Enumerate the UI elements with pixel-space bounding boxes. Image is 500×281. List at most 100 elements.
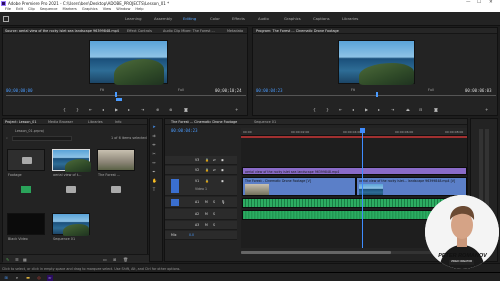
eye-icon[interactable]: ◉ (221, 179, 224, 183)
tab-sequence-forest[interactable]: The Forest ... Cinematic Drone Footage (171, 120, 237, 124)
new-item-icon[interactable]: ⊞ (113, 257, 116, 262)
export-frame-icon[interactable]: ◙ (184, 107, 188, 112)
project-item[interactable] (97, 179, 135, 201)
icon-view-icon[interactable]: ▦ (23, 257, 27, 262)
program-mark-out-icon[interactable]: ⦄ (326, 107, 329, 112)
premiere-icon[interactable]: Pr (47, 274, 53, 281)
lock-icon[interactable]: 🔒 (205, 168, 209, 172)
program-add-button-icon[interactable]: + (485, 107, 488, 112)
slip-tool-icon[interactable]: ↔ (152, 161, 156, 165)
write-lock-icon[interactable]: ✎ (6, 257, 9, 262)
program-mark-in-icon[interactable]: ⦃ (313, 107, 316, 112)
close-button[interactable]: ✕ (489, 0, 493, 5)
program-playhead[interactable] (376, 92, 378, 97)
source-patch-v1[interactable] (171, 179, 179, 193)
workspace-learning[interactable]: Learning (125, 16, 141, 21)
scroll-thumb[interactable] (241, 251, 391, 254)
project-item[interactable] (52, 179, 90, 201)
project-search-input[interactable] (12, 136, 72, 141)
track-select-tool-icon[interactable]: ⇉ (152, 134, 156, 138)
maximize-button[interactable]: ☐ (477, 0, 481, 5)
workspace-captions[interactable]: Captions (313, 16, 330, 21)
tab-effect-controls[interactable]: Effect Controls (127, 29, 152, 33)
minimize-button[interactable]: — (466, 0, 471, 5)
go-to-out-icon[interactable]: ⇥ (141, 107, 144, 112)
tab-source[interactable]: Source: aerial view of the rocky islet s… (5, 29, 119, 33)
tab-libraries[interactable]: Libraries (88, 120, 103, 124)
workspace-libraries[interactable]: Libraries (342, 16, 358, 21)
lift-icon[interactable]: ⏏ (406, 107, 410, 112)
workspace-audio[interactable]: Audio (258, 16, 269, 21)
sync-icon[interactable]: ⇄ (213, 158, 216, 162)
lock-icon[interactable]: 🔒 (205, 179, 209, 183)
program-go-to-in-icon[interactable]: ⇤ (339, 107, 342, 112)
extract-icon[interactable]: ⊟ (419, 107, 422, 112)
chrome-icon[interactable]: ◎ (36, 275, 42, 281)
selection-tool-icon[interactable]: ➤ (152, 125, 156, 129)
razor-tool-icon[interactable]: ✂ (152, 152, 156, 156)
lock-icon[interactable]: 🔒 (205, 158, 209, 162)
solo-icon[interactable]: S (213, 223, 215, 227)
program-fit-select[interactable]: Fit (351, 88, 355, 92)
program-go-to-out-icon[interactable]: ⇥ (391, 107, 394, 112)
tab-audio-clip-mixer[interactable]: Audio Clip Mixer: The Forest ... (163, 29, 215, 33)
source-scrub-bar[interactable] (6, 95, 246, 96)
folder-icon[interactable]: ▬ (25, 275, 31, 281)
tab-sequence-01[interactable]: Sequence 01 (254, 120, 276, 124)
type-tool-icon[interactable]: T (152, 188, 156, 192)
ripple-edit-tool-icon[interactable]: ⇹ (152, 143, 156, 147)
clip-thumbnail[interactable] (52, 149, 91, 172)
go-to-in-icon[interactable]: ⇤ (89, 107, 92, 112)
mute-icon[interactable]: M (205, 212, 208, 216)
playhead-handle[interactable] (360, 128, 365, 133)
clip-thumbnail[interactable] (97, 149, 135, 171)
program-step-forward-icon[interactable]: ▸ (378, 107, 380, 112)
workspace-assembly[interactable]: Assembly (154, 16, 172, 21)
eye-icon[interactable]: ◉ (221, 158, 224, 162)
clip-v2[interactable]: aerial view of the rocky islet sea lands… (242, 167, 467, 175)
sync-icon[interactable]: ⇄ (213, 168, 216, 172)
tab-project[interactable]: Project: Lesson_01 (5, 120, 37, 124)
program-resolution-select[interactable]: Full (428, 88, 434, 92)
delete-icon[interactable]: 🗑 (123, 257, 128, 262)
windows-start-icon[interactable]: ⊞ (3, 275, 9, 281)
eye-icon[interactable]: ◉ (221, 168, 224, 172)
hand-tool-icon[interactable]: ✋ (152, 179, 157, 183)
mark-out-icon[interactable]: ⦄ (76, 107, 79, 112)
play-icon[interactable]: ▶ (115, 107, 118, 112)
step-forward-icon[interactable]: ▸ (128, 107, 130, 112)
program-play-icon[interactable]: ▶ (365, 107, 368, 112)
source-playhead[interactable] (115, 92, 117, 97)
pen-tool-icon[interactable]: ✒ (152, 170, 156, 174)
audio-clip-a1[interactable] (242, 198, 467, 208)
timeline-timecode[interactable]: 00:00:04:23 (171, 128, 198, 133)
source-timecode[interactable]: 00;00;00;00 (6, 88, 33, 93)
clip-v1-aerial[interactable]: aerial view of the rocky islet... landsc… (356, 177, 467, 196)
program-export-frame-icon[interactable]: ◙ (434, 107, 438, 112)
clip-v1-forest[interactable]: The Forest - Cinematic Drone Footage [V] (242, 177, 356, 196)
search-icon[interactable]: ⌕ (6, 136, 8, 140)
tab-info[interactable]: Info (115, 120, 121, 124)
mute-icon[interactable]: M (205, 200, 208, 204)
timeline-playhead[interactable] (362, 128, 363, 248)
sequence-thumbnail[interactable] (52, 213, 90, 236)
tab-program[interactable]: Program: The Forest ... Cinematic Drone … (256, 29, 339, 33)
source-playhead-marker[interactable] (116, 98, 122, 101)
tab-metadata[interactable]: Metadata (227, 29, 243, 33)
source-resolution-select[interactable]: Full (178, 88, 184, 92)
program-timecode[interactable]: 00:00:04:23 (256, 88, 283, 93)
workspace-color[interactable]: Color (210, 16, 220, 21)
source-patch-a1[interactable] (171, 199, 179, 206)
black-video-thumbnail[interactable] (7, 213, 45, 235)
new-bin-icon[interactable]: ▭ (103, 257, 107, 262)
timeline-ruler[interactable]: 00:00 00:00:02:00 00:00:04:00 00:00:06:0… (241, 128, 467, 136)
source-fit-select[interactable]: Fit (100, 88, 104, 92)
tab-media-browser[interactable]: Media Browser (48, 120, 73, 124)
program-step-back-icon[interactable]: ◂ (352, 107, 354, 112)
workspace-graphics[interactable]: Graphics (284, 16, 301, 21)
search-icon[interactable]: ⌕ (14, 275, 20, 281)
solo-icon[interactable]: S (213, 200, 215, 204)
mute-icon[interactable]: M (205, 223, 208, 227)
step-back-icon[interactable]: ◂ (102, 107, 104, 112)
mix-volume-value[interactable]: 0.0 (189, 233, 194, 237)
